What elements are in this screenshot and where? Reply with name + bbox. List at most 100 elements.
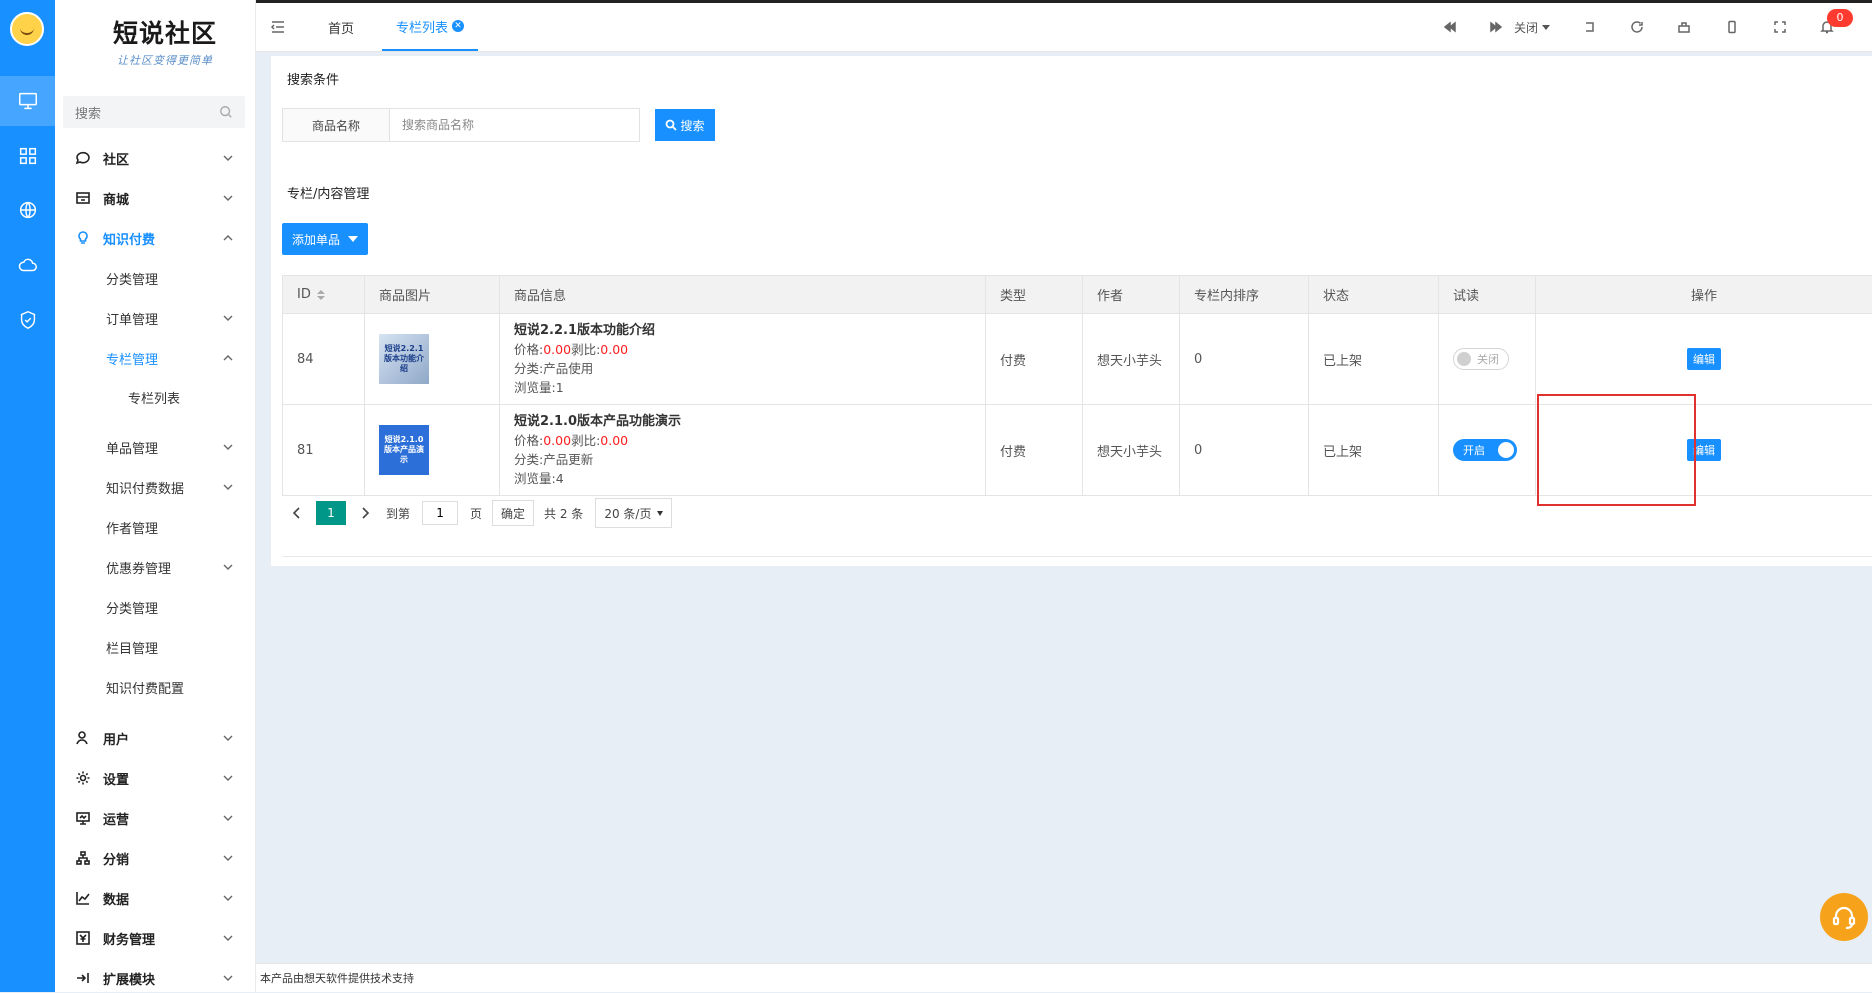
sidebar-item-users[interactable]: 用户 — [55, 723, 255, 753]
sidebar-search[interactable]: 搜索 — [63, 96, 245, 128]
monitor-icon — [75, 810, 91, 826]
sidebar-item-distribution[interactable]: 分销 — [55, 843, 255, 873]
edit-button[interactable]: 编辑 — [1687, 348, 1721, 370]
trial-toggle[interactable]: 开启 — [1453, 439, 1517, 461]
sidebar-sub-orders[interactable]: 订单管理 — [55, 303, 255, 333]
sidebar-sub-knowledge-config[interactable]: 知识付费配置 — [55, 672, 255, 702]
trial-toggle[interactable]: 关闭 — [1453, 348, 1509, 370]
sidebar-item-label: 用户 — [103, 729, 223, 748]
cell-trial: 开启 — [1439, 405, 1536, 496]
undo-icon[interactable] — [1579, 17, 1599, 37]
product-views: 浏览量:1 — [514, 378, 971, 397]
shield-check-icon[interactable] — [0, 295, 55, 345]
sidebar-sub-category[interactable]: 分类管理 — [55, 263, 255, 293]
tab-label: 首页 — [328, 18, 354, 37]
sidebar-item-label: 分销 — [103, 849, 223, 868]
caret-down-icon — [657, 511, 663, 516]
sidebar-sub-knowledge-data[interactable]: 知识付费数据 — [55, 472, 255, 502]
list-section-title: 专栏/内容管理 — [287, 183, 369, 202]
close-tabs-dropdown[interactable]: 关闭 — [1514, 17, 1550, 37]
sidebar-item-data[interactable]: 数据 — [55, 883, 255, 913]
cell-sort: 0 — [1180, 314, 1309, 405]
globe-icon[interactable] — [0, 185, 55, 235]
cell-author: 想天小芋头 — [1083, 405, 1180, 496]
search-button-label: 搜索 — [680, 117, 704, 134]
chevron-up-icon — [223, 353, 233, 363]
search-button[interactable]: 搜索 — [655, 109, 715, 141]
thumbnail-text: 短说2.2.1版本功能介绍 — [383, 344, 425, 374]
next-page-icon[interactable] — [350, 507, 380, 519]
mascot-logo[interactable] — [10, 12, 44, 46]
table-row: 84 短说2.2.1版本功能介绍 短说2.2.1版本功能介绍 价格:0.00剥比… — [283, 314, 1872, 405]
sidebar-sub-authors[interactable]: 作者管理 — [55, 512, 255, 542]
sidebar-item-label: 社区 — [103, 149, 223, 168]
add-item-button[interactable]: 添加单品 — [282, 223, 368, 255]
search-icon — [219, 105, 233, 119]
prev-page-icon[interactable] — [282, 507, 312, 519]
sidebar-item-settings[interactable]: 设置 — [55, 763, 255, 793]
col-type: 类型 — [986, 276, 1083, 314]
product-thumbnail[interactable]: 短说2.2.1版本功能介绍 — [379, 334, 429, 384]
sidebar-item-store[interactable]: 商城 — [55, 183, 255, 213]
sidebar-sub-column-list[interactable]: 专栏列表 — [55, 382, 255, 412]
sidebar-item-extensions[interactable]: 扩展模块 — [55, 963, 255, 993]
chevron-down-icon — [223, 973, 233, 983]
grid-icon[interactable] — [0, 131, 55, 181]
sidebar-sub-label: 分类管理 — [55, 598, 255, 617]
price-label: 价格: — [514, 342, 543, 357]
tab-home[interactable]: 首页 — [328, 3, 354, 51]
cell-image: 短说2.1.0版本产品演示 — [365, 405, 500, 496]
sidebar-sub-label: 知识付费配置 — [55, 678, 255, 697]
page-unit: 页 — [470, 505, 482, 522]
ratio-value: 0.00 — [600, 342, 628, 357]
sidebar-sub-sections[interactable]: 栏目管理 — [55, 632, 255, 662]
close-icon[interactable]: ✕ — [452, 20, 464, 32]
top-header: 首页 专栏列表 ✕ 关闭 0 — [256, 3, 1872, 52]
sidebar-sub-label: 单品管理 — [55, 438, 223, 457]
product-thumbnail[interactable]: 短说2.1.0版本产品演示 — [379, 425, 429, 475]
fast-forward-icon[interactable] — [1486, 17, 1506, 37]
thumbnail-text: 短说2.1.0版本产品演示 — [383, 435, 425, 465]
sidebar-sub-column-manage[interactable]: 专栏管理 — [55, 343, 255, 373]
goto-page-input[interactable] — [422, 501, 458, 525]
customer-support-icon[interactable] — [1820, 893, 1868, 941]
chevron-down-icon — [223, 853, 233, 863]
product-name-label: 商品名称 — [282, 108, 390, 142]
sidebar-sub-category-2[interactable]: 分类管理 — [55, 592, 255, 622]
goto-confirm-button[interactable]: 确定 — [492, 500, 534, 526]
network-icon — [75, 850, 91, 866]
page-size-select[interactable]: 20 条/页 — [595, 498, 672, 528]
cloud-icon[interactable] — [0, 240, 55, 290]
mobile-icon[interactable] — [1722, 17, 1742, 37]
desktop-icon[interactable] — [0, 76, 55, 126]
tab-column-list[interactable]: 专栏列表 ✕ — [382, 3, 478, 51]
user-icon — [75, 730, 91, 746]
page-current[interactable]: 1 — [316, 501, 346, 525]
col-id[interactable]: ID — [283, 276, 365, 314]
clear-cache-icon[interactable] — [1674, 17, 1694, 37]
sidebar-item-operations[interactable]: 运营 — [55, 803, 255, 833]
menu-toggle-icon[interactable] — [270, 19, 286, 35]
sidebar-sub-single-items[interactable]: 单品管理 — [55, 432, 255, 462]
cell-sort: 0 — [1180, 405, 1309, 496]
footer: 本产品由想天软件提供技术支持 — [256, 963, 1872, 992]
price-value: 0.00 — [543, 342, 571, 357]
product-price-line: 价格:0.00剥比:0.00 — [514, 340, 971, 359]
chevron-down-icon — [223, 153, 233, 163]
close-tabs-label: 关闭 — [1514, 19, 1538, 36]
chevron-up-icon — [223, 233, 233, 243]
chevron-down-icon — [223, 193, 233, 203]
sort-icon[interactable] — [317, 290, 325, 300]
sidebar-item-finance[interactable]: 财务管理 — [55, 923, 255, 953]
extend-icon — [75, 970, 91, 986]
sidebar-item-knowledge-pay[interactable]: 知识付费 — [55, 223, 255, 253]
sidebar-item-community[interactable]: 社区 — [55, 143, 255, 173]
product-views: 浏览量:4 — [514, 469, 971, 488]
lightbulb-icon — [75, 230, 91, 246]
refresh-icon[interactable] — [1627, 17, 1647, 37]
product-name-input[interactable] — [390, 108, 640, 142]
fullscreen-icon[interactable] — [1770, 17, 1790, 37]
sidebar-sub-coupons[interactable]: 优惠券管理 — [55, 552, 255, 582]
sidebar-sub-label: 专栏管理 — [55, 349, 223, 368]
rewind-icon[interactable] — [1440, 17, 1460, 37]
